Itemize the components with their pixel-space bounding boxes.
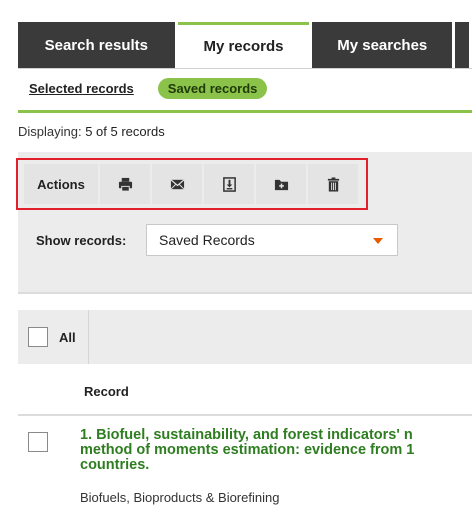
subtabs: Selected records Saved records [18, 76, 268, 100]
actions-toolbar: Actions [16, 158, 368, 210]
main-tabs: Search results My records My searches [18, 22, 472, 68]
select-all-divider [88, 310, 89, 364]
tab-my-records[interactable]: My records [177, 22, 310, 68]
add-to-folder-icon [274, 179, 288, 190]
record-column-header: Record [84, 384, 129, 399]
record-title-line: method of moments estimation: evidence f… [80, 442, 415, 458]
selected-records-link[interactable]: Selected records [29, 81, 134, 96]
print-button[interactable] [100, 164, 150, 204]
record-source: Biofuels, Bioproducts & Biorefining [80, 490, 280, 505]
record-checkbox[interactable] [28, 432, 48, 452]
select-all-checkbox[interactable] [28, 327, 48, 347]
show-records-value: Saved Records [159, 232, 255, 248]
actions-label: Actions [24, 164, 98, 204]
email-button[interactable] [152, 164, 202, 204]
accent-divider [18, 110, 472, 113]
select-all-label: All [59, 330, 76, 345]
record-title-line: 1. Biofuel, sustainability, and forest i… [80, 428, 413, 443]
tab-my-searches[interactable]: My searches [312, 22, 453, 68]
displaying-count: Displaying: 5 of 5 records [18, 124, 165, 139]
select-all-bar [18, 310, 472, 364]
export-icon [222, 176, 236, 192]
export-button[interactable] [204, 164, 254, 204]
section-divider [18, 292, 472, 294]
print-icon [118, 177, 132, 192]
displaying-label: Displaying: [18, 124, 82, 139]
tab-overflow[interactable] [455, 22, 469, 68]
displaying-value: 5 of 5 records [85, 124, 165, 139]
tab-search-results[interactable]: Search results [18, 22, 175, 68]
chevron-down-icon [373, 238, 383, 244]
add-to-folder-button[interactable] [256, 164, 306, 204]
saved-records-pill[interactable]: Saved records [157, 77, 268, 99]
delete-button[interactable] [308, 164, 358, 204]
delete-icon [327, 176, 339, 192]
record-title-line: countries. [80, 457, 150, 473]
tab-divider [18, 68, 472, 69]
header-divider [18, 414, 472, 416]
show-records-label: Show records: [36, 233, 127, 248]
record-title-link[interactable]: 1. Biofuel, sustainability, and forest i… [80, 428, 472, 473]
email-icon [170, 178, 184, 190]
show-records-select[interactable]: Saved Records [146, 224, 398, 256]
